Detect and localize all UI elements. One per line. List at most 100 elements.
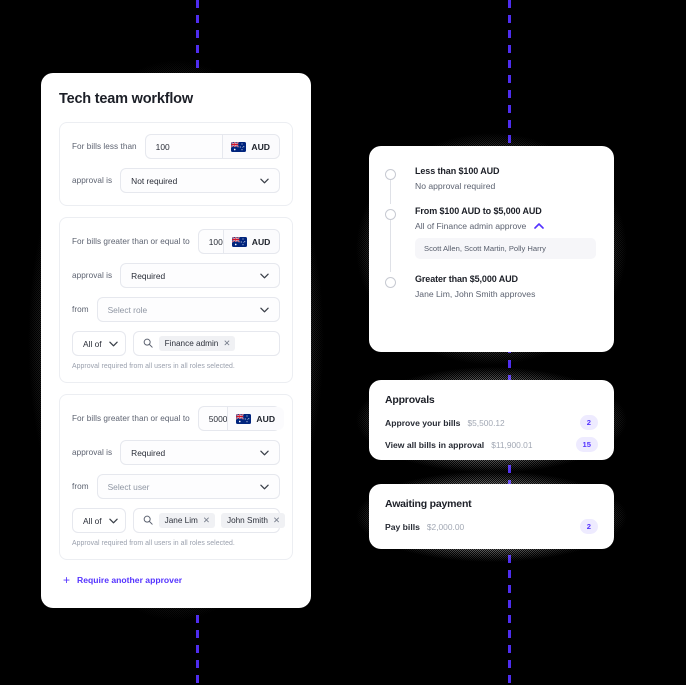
timeline-connector [390, 218, 392, 272]
quantifier-select[interactable]: All of [72, 508, 126, 533]
from-label: from [72, 482, 89, 491]
rule-block-2: For bills greater than or equal to 100 A… [59, 217, 293, 383]
approval-select[interactable]: Required [120, 440, 280, 465]
from-row: from Select user [72, 474, 280, 499]
rule-block-1: For bills less than 100 AUD approval is … [59, 122, 293, 206]
timeline-subtitle: Jane Lim, John Smith approves [415, 289, 596, 299]
currency-code: AUD [251, 141, 270, 152]
search-icon [143, 512, 153, 530]
approval-row: approval is Required [72, 263, 280, 288]
approval-value: Not required [131, 175, 178, 186]
role-tag-input[interactable]: Finance admin ✕ [132, 331, 280, 356]
approval-label: approval is [72, 448, 113, 457]
timeline-subtitle-text: No approval required [415, 181, 496, 191]
threshold-row: For bills less than 100 AUD [72, 134, 280, 159]
timeline-title: Greater than $5,000 AUD [415, 274, 518, 284]
approval-label: approval is [72, 271, 113, 280]
timeline-subtitle: All of Finance admin approve [415, 221, 596, 231]
currency-selector[interactable]: AUD [227, 407, 285, 430]
threshold-row: For bills greater than or equal to 100 A… [72, 229, 280, 254]
approval-select[interactable]: Required [120, 263, 280, 288]
approval-hint: Approval required from all users in all … [72, 540, 235, 547]
approval-hint: Approval required from all users in all … [72, 363, 235, 370]
amount-input[interactable]: 100 AUD [197, 229, 280, 254]
amount-value: 5000 [208, 413, 228, 424]
chevron-down-icon [255, 178, 273, 184]
amount-input[interactable]: 100 AUD [144, 134, 280, 159]
role-value: Select role [107, 304, 148, 315]
timeline-dot-icon [385, 277, 396, 288]
approvals-card: Approvals Approve your bills $5,500.12 2… [369, 380, 614, 460]
tag-label: Jane Lim [164, 516, 198, 525]
status-badge: 15 [575, 437, 598, 452]
from-label: from [72, 305, 89, 314]
timeline-connector [390, 178, 392, 204]
selected-tag[interactable]: Jane Lim ✕ [158, 513, 215, 528]
amount-input[interactable]: 5000 AUD [197, 406, 285, 431]
add-approver-button[interactable]: + Require another approver [59, 574, 293, 586]
currency-code: AUD [256, 413, 276, 424]
approval-timeline-card: Less than $100 AUD No approval required … [369, 146, 614, 352]
chevron-down-icon [255, 484, 273, 490]
threshold-label: For bills less than [72, 142, 137, 151]
threshold-label: For bills greater than or equal to [72, 414, 190, 423]
rule-block-3: For bills greater than or equal to 5000 [59, 394, 293, 560]
user-value: Select user [107, 481, 150, 492]
approval-row: approval is Not required [72, 168, 280, 193]
from-row: from Select role [72, 297, 280, 322]
remove-tag-icon[interactable]: ✕ [223, 339, 230, 348]
timeline-item: Less than $100 AUD No approval required [385, 166, 596, 204]
approvals-row-label: View all bills in approval [385, 439, 485, 450]
role-select[interactable]: Select role [96, 297, 280, 322]
tag-label: Finance admin [164, 339, 219, 348]
selected-tag[interactable]: Finance admin ✕ [158, 336, 236, 351]
screenshot-stage: Tech team workflow For bills less than 1… [0, 0, 686, 685]
australia-flag-icon [231, 141, 247, 152]
timeline-subtitle-text: Jane Lim, John Smith approves [415, 289, 536, 299]
timeline-subtitle: No approval required [415, 181, 596, 191]
approval-value: Required [131, 270, 166, 281]
approvals-row[interactable]: View all bills in approval $11,900.01 15 [385, 437, 598, 452]
chevron-down-icon [255, 450, 273, 456]
chevron-down-icon [108, 341, 118, 347]
currency-selector[interactable]: AUD [222, 230, 280, 253]
selected-tag[interactable]: John Smith ✕ [220, 513, 286, 528]
search-icon [143, 335, 153, 353]
awaiting-row-amount: $2,000.00 [426, 521, 465, 532]
user-tag-input[interactable]: Jane Lim ✕ John Smith ✕ [132, 508, 286, 533]
add-approver-label: Require another approver [77, 575, 183, 585]
approval-row: approval is Required [72, 440, 280, 465]
remove-tag-icon[interactable]: ✕ [273, 516, 280, 525]
chevron-down-icon [255, 307, 273, 313]
page-title: Tech team workflow [59, 91, 193, 107]
approval-value: Required [131, 447, 166, 458]
plus-icon: + [63, 573, 71, 587]
approvals-row[interactable]: Approve your bills $5,500.12 2 [385, 415, 598, 430]
timeline-title: Less than $100 AUD [415, 166, 500, 176]
awaiting-row[interactable]: Pay bills $2,000.00 2 [385, 519, 598, 534]
approvals-row-amount: $11,900.01 [491, 439, 533, 450]
tag-label: John Smith [226, 516, 268, 525]
status-badge: 2 [579, 415, 598, 430]
australia-flag-icon [236, 413, 252, 424]
awaiting-row-label: Pay bills [385, 521, 420, 532]
quantifier-value: All of [83, 515, 102, 526]
timeline-item: Greater than $5,000 AUD Jane Lim, John S… [385, 274, 596, 299]
approvals-row-label: Approve your bills [385, 417, 461, 428]
approvals-row-amount: $5,500.12 [467, 417, 505, 428]
workflow-panel: Tech team workflow For bills less than 1… [41, 73, 311, 608]
multiselect-row: All of Finance admin ✕ [72, 331, 280, 356]
quantifier-select[interactable]: All of [72, 331, 126, 356]
user-select[interactable]: Select user [96, 474, 280, 499]
remove-tag-icon[interactable]: ✕ [203, 516, 210, 525]
amount-value: 100 [155, 141, 170, 152]
chevron-up-icon[interactable] [534, 221, 545, 231]
currency-code: AUD [251, 236, 271, 247]
awaiting-title: Awaiting payment [385, 498, 472, 510]
australia-flag-icon [231, 236, 247, 247]
currency-selector[interactable]: AUD [222, 135, 279, 158]
timeline-dot-icon [385, 209, 396, 220]
approval-select[interactable]: Not required [120, 168, 280, 193]
